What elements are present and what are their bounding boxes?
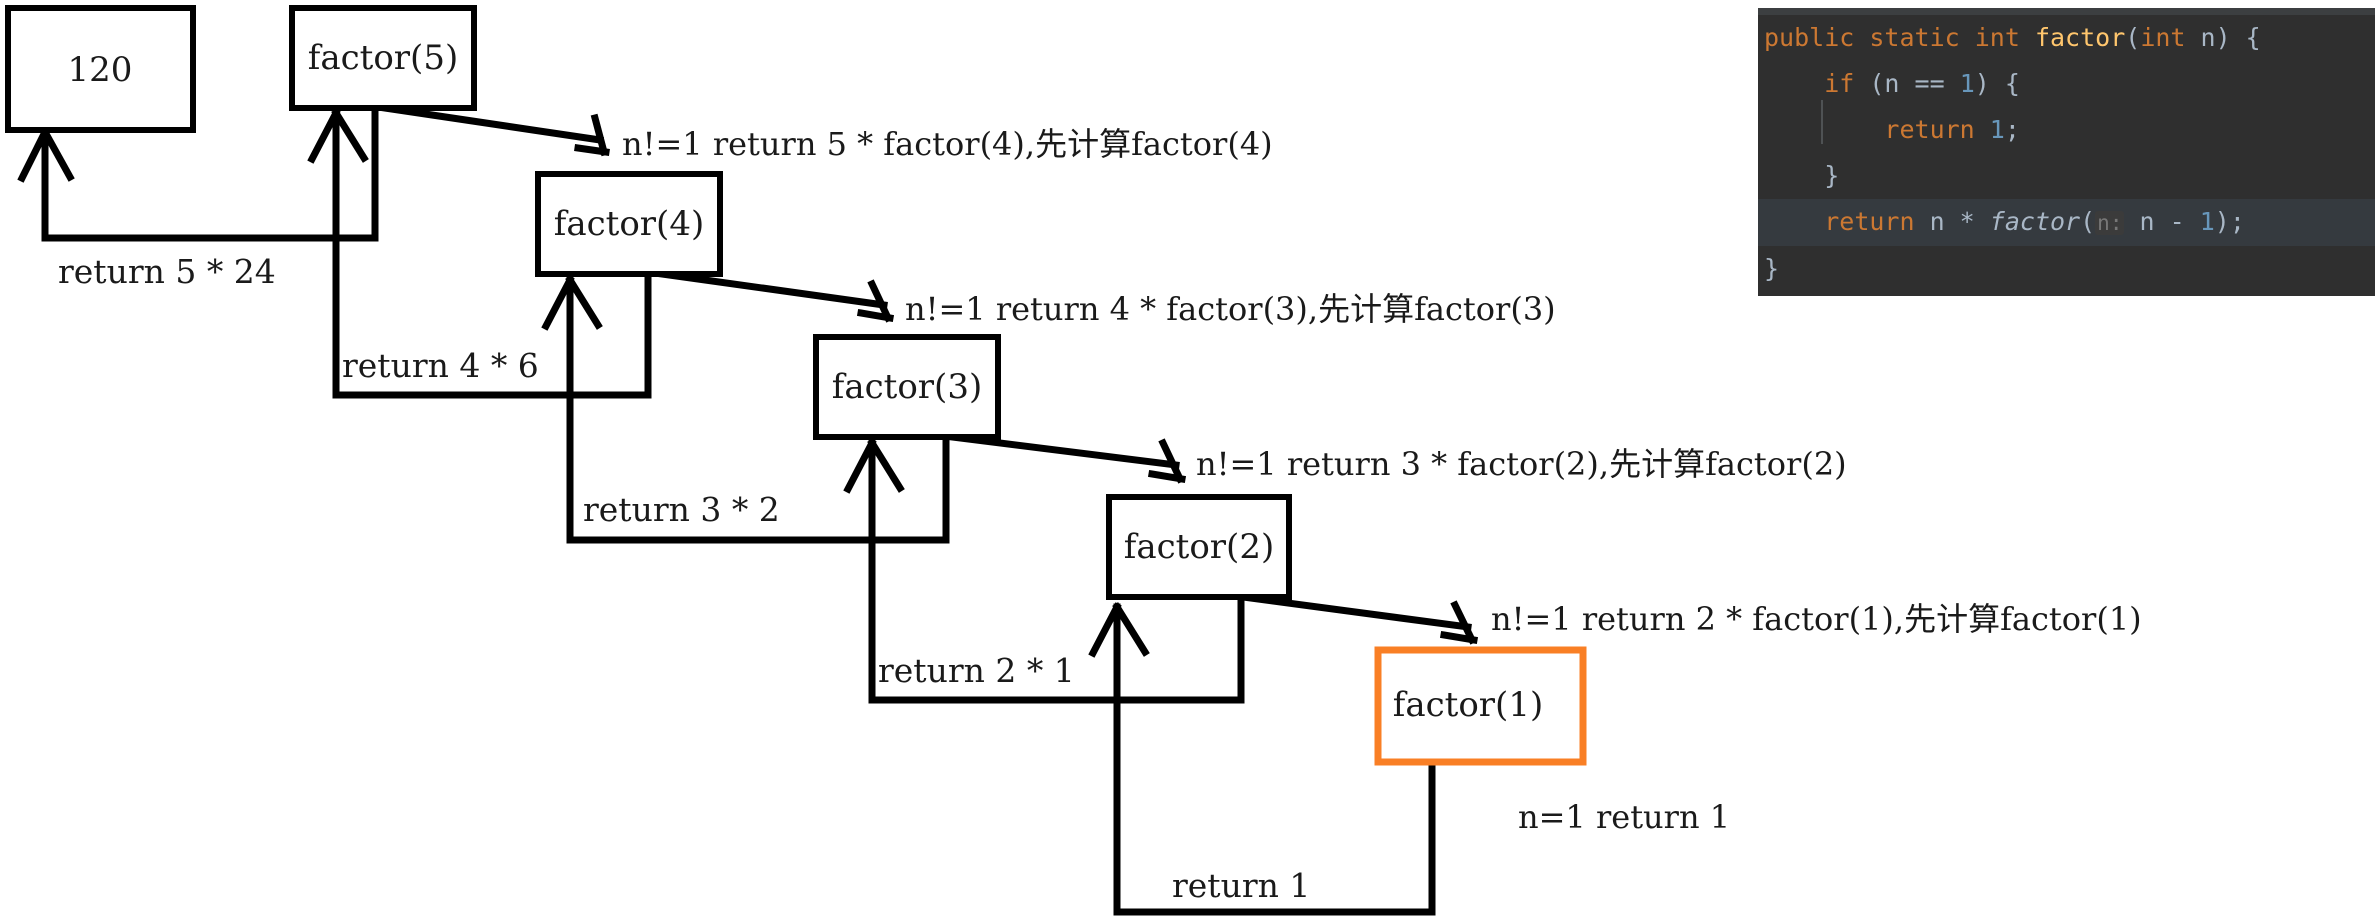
code-token: ( — [2080, 207, 2096, 236]
code-token: } — [1764, 254, 1780, 283]
code-token: return — [1884, 115, 1975, 144]
code-token: public static int — [1764, 23, 2035, 52]
box-factor-5[interactable]: factor(5) — [289, 5, 477, 111]
box-factor-2[interactable]: factor(2) — [1106, 494, 1292, 600]
code-line-4[interactable]: } — [1758, 153, 2375, 199]
call-note-2: n!=1 return 2 * factor(1),先计算factor(1) — [1491, 600, 2142, 638]
code-token: factor — [2034, 23, 2126, 52]
box-factor-2-label: factor(2) — [1124, 527, 1274, 567]
return-label-3: return 2 * 1 — [878, 651, 1075, 690]
return-label-result: return 5 * 24 — [58, 252, 276, 291]
indent-guide — [1821, 100, 1823, 144]
code-line-2[interactable]: if (n == 1) { — [1758, 61, 2375, 107]
return-label-4: return 3 * 2 — [583, 490, 780, 529]
box-factor-3-label: factor(3) — [832, 367, 982, 407]
code-token: factor — [1989, 207, 2081, 236]
code-token: n) { — [2185, 23, 2261, 52]
code-token: n: — [2095, 211, 2125, 235]
code-token: ( — [2125, 23, 2141, 52]
call-edge-5-to-4 — [381, 104, 610, 157]
code-editor-panel[interactable]: public static int factor(int n) { if (n … — [1758, 8, 2375, 296]
code-token: 1 — [2199, 207, 2215, 236]
code-token: ; — [2004, 115, 2020, 144]
return-label-5: return 4 * 6 — [342, 346, 539, 385]
code-token: } — [1764, 161, 1840, 190]
code-token: n - — [2124, 207, 2200, 236]
code-token: ) { — [1974, 69, 2020, 98]
call-note-3: n!=1 return 3 * factor(2),先计算factor(2) — [1196, 445, 1847, 483]
call-edge-3-to-2 — [948, 433, 1187, 484]
call-note-4: n!=1 return 4 * factor(3),先计算factor(3) — [905, 290, 1556, 328]
code-token: n * — [1914, 207, 1990, 236]
box-factor-5-label: factor(5) — [308, 38, 458, 78]
code-token: 1 — [1989, 115, 2005, 144]
code-token: (n == — [1854, 69, 1960, 98]
box-factor-3[interactable]: factor(3) — [813, 334, 1001, 440]
box-result[interactable]: 120 — [5, 5, 196, 133]
return-label-2: return 1 — [1172, 866, 1310, 905]
box-factor-4[interactable]: factor(4) — [535, 171, 723, 277]
code-line-3[interactable]: return 1; — [1758, 107, 2375, 153]
box-factor-4-label: factor(4) — [554, 204, 704, 244]
box-factor-1-label: factor(1) — [1393, 685, 1543, 725]
code-token: if — [1824, 69, 1855, 98]
code-token: 1 — [1959, 69, 1975, 98]
call-note-1: n=1 return 1 — [1518, 798, 1730, 836]
box-factor-1[interactable]: factor(1) — [1374, 646, 1587, 766]
code-token: int — [2140, 23, 2186, 52]
code-line-6[interactable]: } — [1758, 246, 2375, 292]
call-edge-4-to-3 — [658, 270, 895, 323]
box-result-label: 120 — [68, 50, 133, 90]
call-note-5: n!=1 return 5 * factor(4),先计算factor(4) — [622, 125, 1273, 163]
code-line-1[interactable]: public static int factor(int n) { — [1758, 15, 2375, 61]
code-line-5[interactable]: return n * factor(n: n - 1); — [1758, 199, 2375, 246]
call-edge-2-to-1 — [1239, 593, 1479, 645]
code-token: return — [1824, 207, 1915, 236]
code-token: ); — [2214, 207, 2245, 236]
